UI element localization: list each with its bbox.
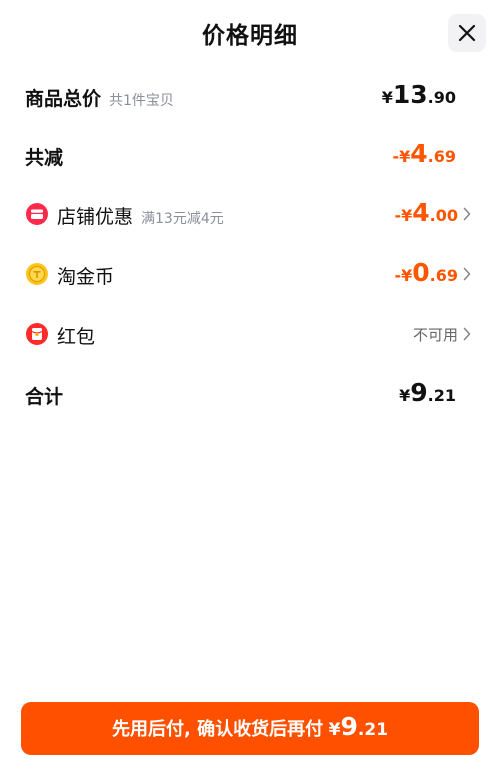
header: 价格明细 xyxy=(0,0,500,66)
red-packet-icon xyxy=(26,323,48,345)
taojinbi-label: 淘金币 xyxy=(57,266,115,288)
page-title: 价格明细 xyxy=(202,23,298,49)
coin-icon xyxy=(26,263,48,285)
chevron-right-icon xyxy=(463,327,471,341)
grand-total-price: ¥9.21 xyxy=(399,378,456,407)
shop-discount-price: -¥4.00 xyxy=(394,198,458,227)
row-grand-total: 合计 ¥9.21 xyxy=(0,374,500,414)
row-taojinbi[interactable]: 淘金币 -¥0.69 xyxy=(0,254,500,294)
grand-total-label: 合计 xyxy=(25,386,64,408)
chevron-right-icon xyxy=(463,267,471,281)
red-packet-status: 不可用 xyxy=(412,326,458,344)
item-count-text: 共1件宝贝 xyxy=(109,93,174,109)
row-total-reduce: 共减 -¥4.69 xyxy=(0,135,500,175)
row-shop-discount[interactable]: 店铺优惠 满13元减4元 -¥4.00 xyxy=(0,194,500,234)
red-packet-label: 红包 xyxy=(57,326,96,348)
chevron-right-icon xyxy=(463,207,471,221)
total-reduce-label: 共减 xyxy=(25,147,64,169)
total-goods-price: ¥13.90 xyxy=(381,80,456,109)
taojinbi-price: -¥0.69 xyxy=(394,258,458,287)
pay-later-button[interactable]: 先用后付, 确认收货后再付 ¥9.21 xyxy=(21,702,479,755)
row-total-goods: 商品总价 共1件宝贝 ¥13.90 xyxy=(0,76,500,116)
shop-discount-label: 店铺优惠 xyxy=(57,206,134,228)
shop-discount-icon xyxy=(26,203,48,225)
total-goods-label: 商品总价 xyxy=(25,88,102,110)
close-button[interactable] xyxy=(448,14,486,52)
pay-later-amount: 9 xyxy=(340,712,358,741)
row-red-packet[interactable]: 红包 不可用 xyxy=(0,314,500,354)
shop-discount-rule: 满13元减4元 xyxy=(141,211,224,227)
total-reduce-price: -¥4.69 xyxy=(392,139,456,168)
close-icon xyxy=(458,24,476,42)
pay-later-text: 先用后付, 确认收货后再付 xyxy=(111,719,324,740)
